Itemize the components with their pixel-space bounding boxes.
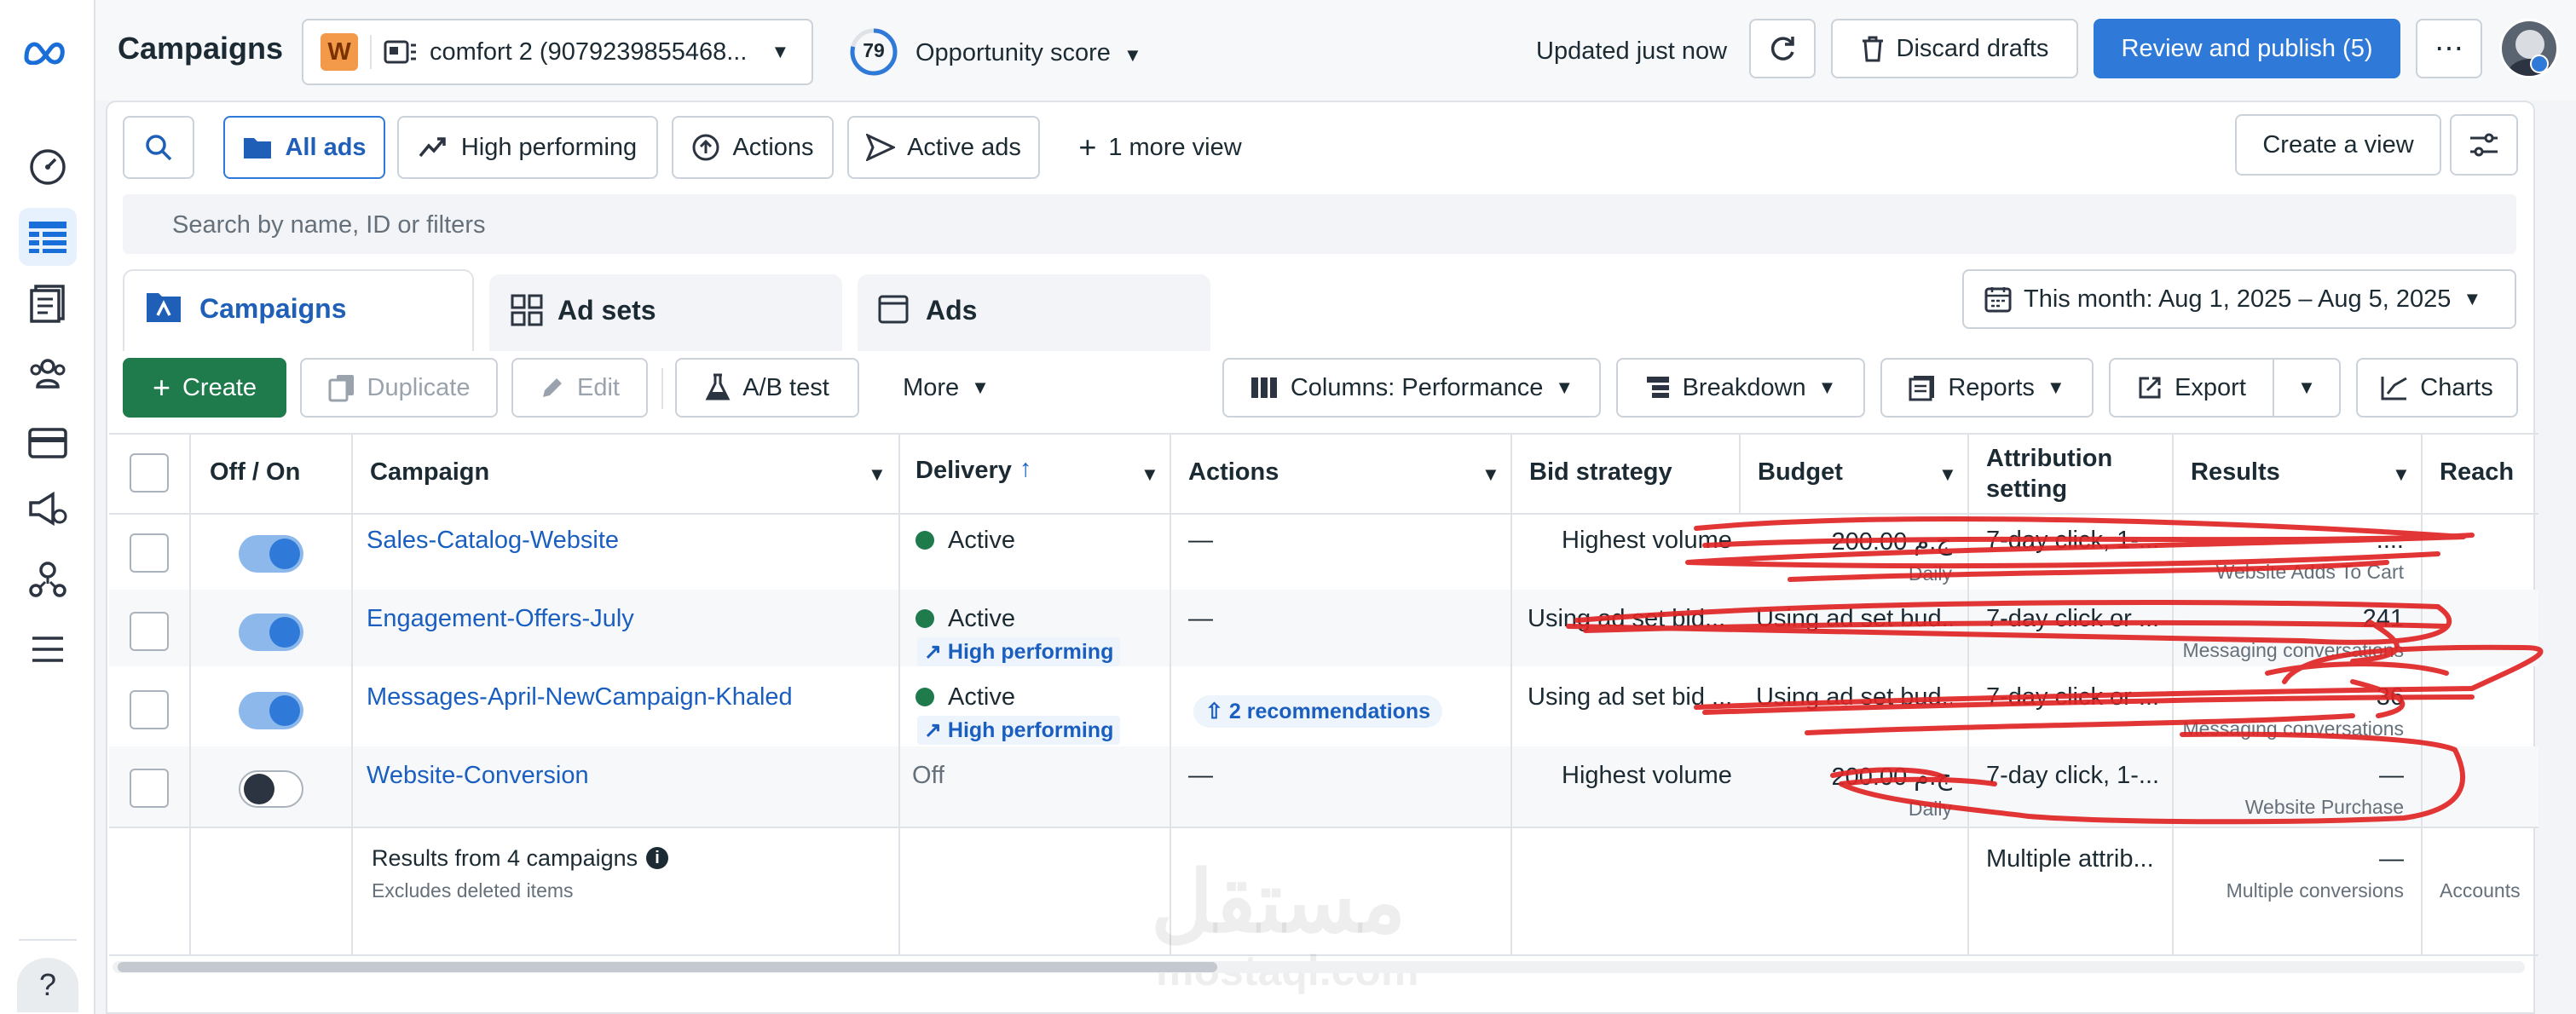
- redaction-scribble: [1566, 516, 2544, 825]
